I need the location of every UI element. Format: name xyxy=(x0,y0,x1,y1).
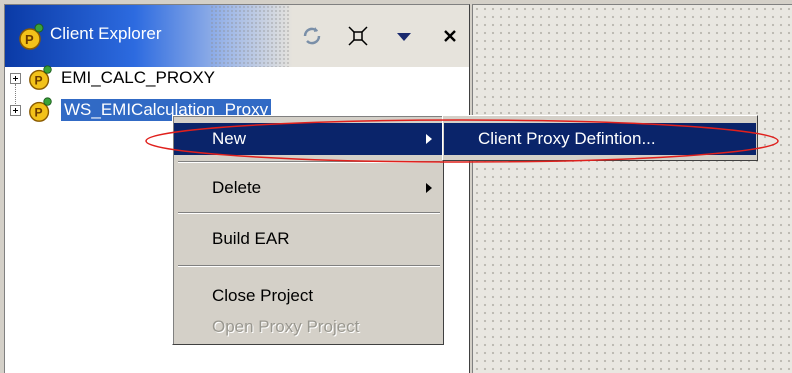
editor-area xyxy=(472,4,792,373)
menu-item-label: Close Project xyxy=(212,286,314,305)
menu-item-label: Open Proxy Project xyxy=(212,317,360,336)
view-menu-icon xyxy=(397,33,411,41)
svg-text:P: P xyxy=(25,32,34,47)
close-view-button[interactable] xyxy=(436,22,464,50)
menu-item-label: Delete xyxy=(212,178,262,197)
explorer-title: Client Explorer xyxy=(50,24,162,43)
title-bar-texture xyxy=(210,5,290,67)
refresh-icon xyxy=(303,27,321,45)
proxy-project-icon: P xyxy=(29,65,52,90)
tree-item[interactable]: P EMI_CALC_PROXY xyxy=(10,64,215,92)
menu-item-open-proxy-project: Open Proxy Project xyxy=(174,311,442,343)
tree-item-label: EMI_CALC_PROXY xyxy=(61,68,215,87)
menu-separator xyxy=(178,212,440,214)
menu-item-build-ear[interactable]: Build EAR xyxy=(174,223,442,255)
proxy-project-icon: P xyxy=(29,97,52,122)
svg-text:P: P xyxy=(34,74,42,88)
menu-separator xyxy=(178,161,440,163)
collapse-all-button[interactable] xyxy=(344,22,372,50)
menu-item-close-project[interactable]: Close Project xyxy=(174,280,442,312)
view-menu-button[interactable] xyxy=(390,22,418,50)
menu-item-label: Build EAR xyxy=(212,229,290,248)
menu-item-label: Client Proxy Defintion... xyxy=(478,129,656,148)
expand-toggle[interactable] xyxy=(10,104,21,116)
menu-item-label: New xyxy=(212,129,247,148)
client-explorer-icon: P xyxy=(19,23,44,50)
refresh-button[interactable] xyxy=(298,22,326,50)
menu-item-client-proxy-definition[interactable]: Client Proxy Defintion... xyxy=(444,123,756,155)
close-icon xyxy=(444,30,456,42)
menu-separator xyxy=(178,265,440,267)
svg-text:P: P xyxy=(34,106,42,120)
submenu-arrow-icon xyxy=(426,134,432,144)
expand-toggle[interactable] xyxy=(10,72,21,84)
menu-item-new[interactable]: New xyxy=(174,123,442,155)
menu-item-delete[interactable]: Delete xyxy=(174,172,442,204)
submenu-arrow-icon xyxy=(426,183,432,193)
collapse-all-icon xyxy=(348,26,368,46)
